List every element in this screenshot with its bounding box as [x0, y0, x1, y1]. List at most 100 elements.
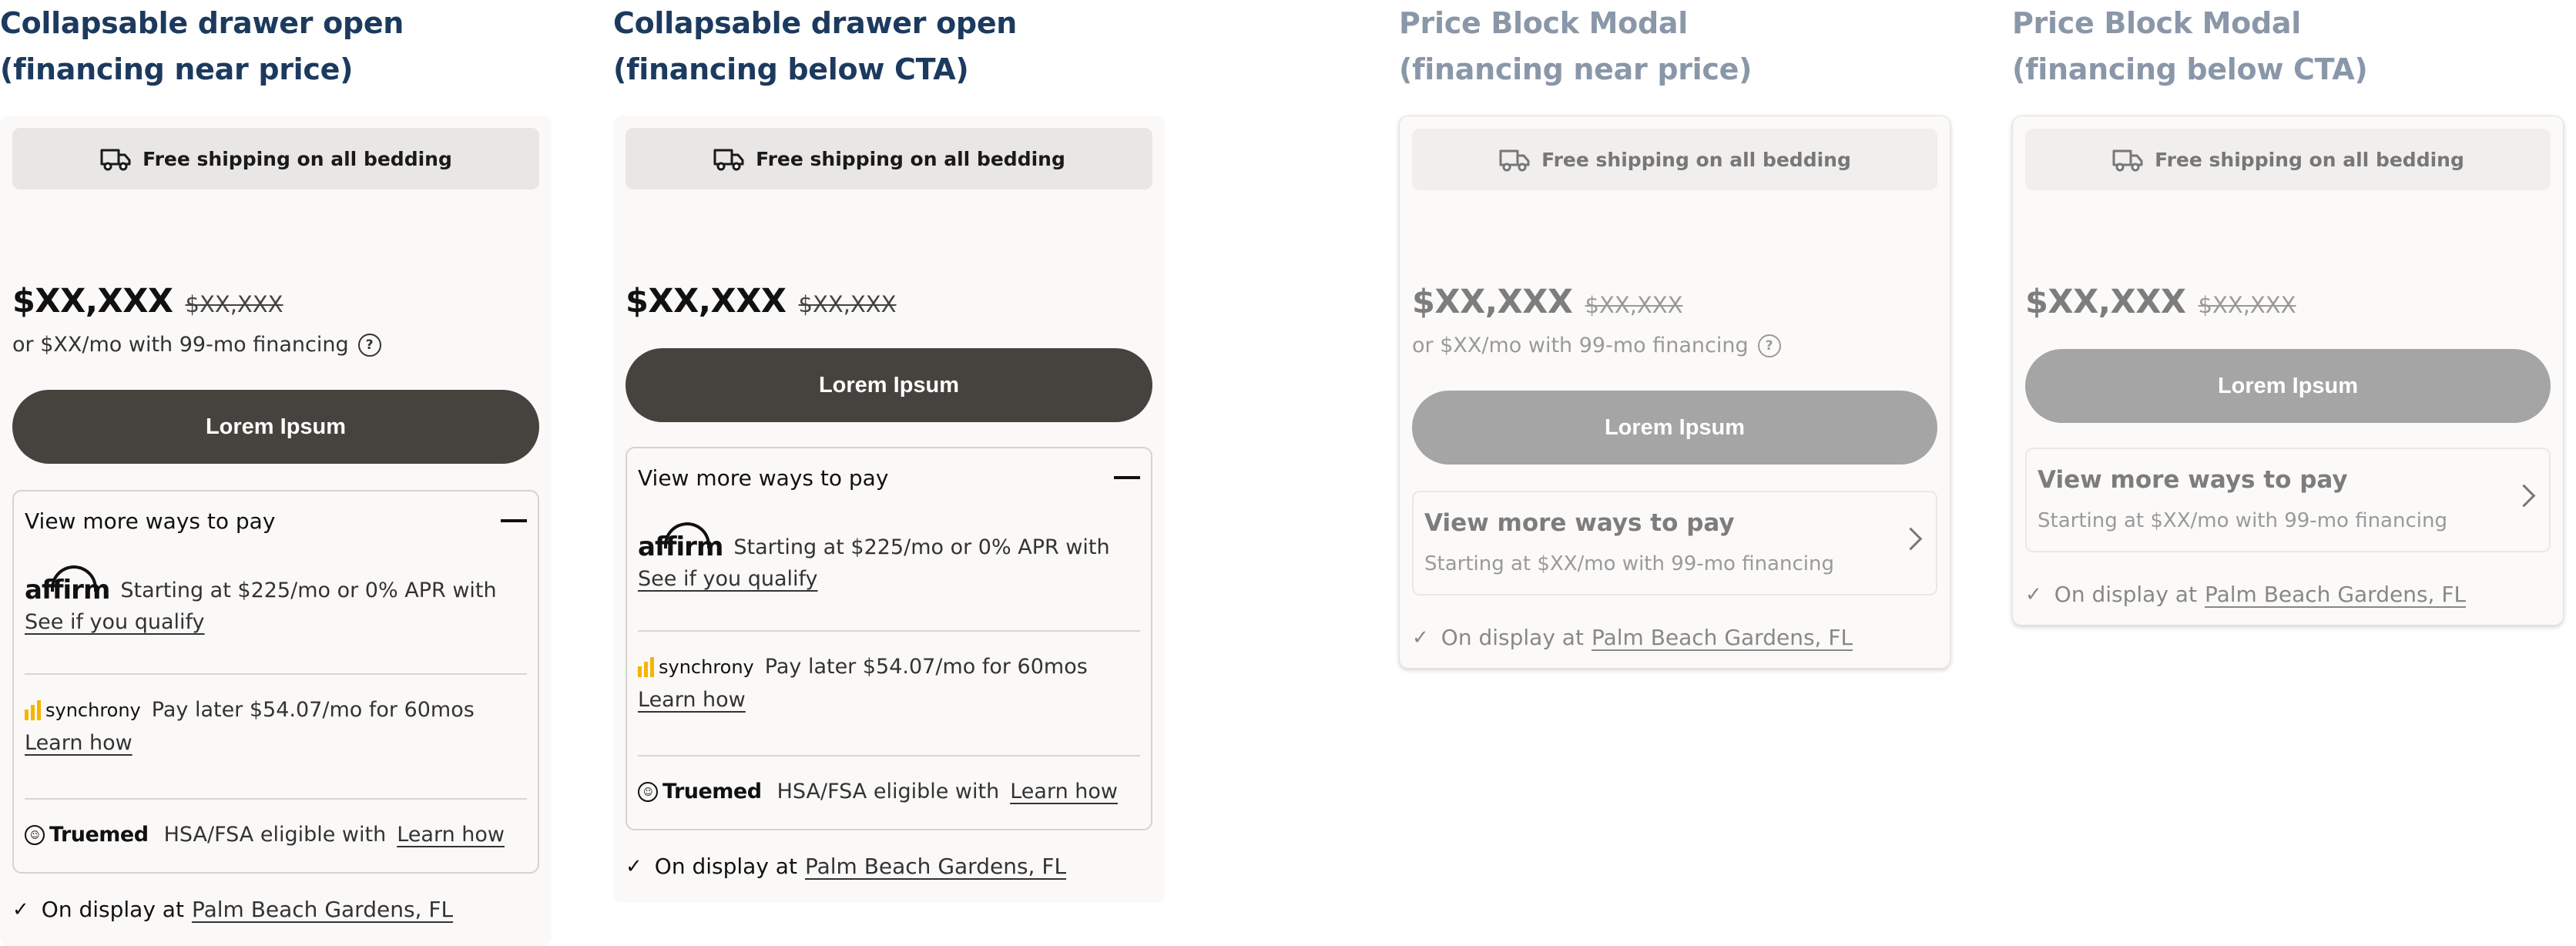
primary-cta-button[interactable]: Lorem Ipsum	[1412, 391, 1937, 465]
ways-to-pay-title: View more ways to pay	[2038, 466, 2348, 494]
financing-text: or $XX/mo with 99-mo financing	[12, 333, 349, 357]
variant-title: Price Block Modal (financing near price)	[1399, 6, 1753, 86]
chevron-right-icon	[1899, 527, 1923, 551]
variant-drawer-near-price: Collapsable drawer open (financing near …	[0, 0, 552, 946]
display-location: ✓ On display at Palm Beach Gardens, FL	[1412, 625, 1853, 650]
synchrony-option: synchrony Pay later $54.07/mo for 60mos …	[638, 655, 1140, 712]
drawer-title: View more ways to pay	[25, 508, 276, 534]
price-card: Free shipping on all bedding $XX,XXX $XX…	[1399, 116, 1950, 669]
affirm-text: Starting at $225/mo or 0% APR with	[733, 535, 1110, 559]
display-location: ✓ On display at Palm Beach Gardens, FL	[12, 897, 453, 922]
truemed-text: HSA/FSA eligible with	[776, 780, 1000, 803]
synchrony-text: Pay later $54.07/mo for 60mos	[151, 698, 475, 722]
price-original: $XX,XXX	[2198, 292, 2296, 318]
check-icon: ✓	[12, 897, 29, 921]
truemed-option: ☺ Truemed HSA/FSA eligible with Learn how	[638, 780, 1140, 803]
affirm-logo: affirm	[638, 522, 723, 562]
truemed-learn-link[interactable]: Learn how	[1010, 780, 1118, 803]
collapse-icon[interactable]	[501, 519, 527, 522]
divider	[638, 755, 1140, 756]
synchrony-logo: synchrony	[25, 699, 141, 721]
ways-to-pay-subtitle: Starting at $XX/mo with 99-mo financing	[1424, 552, 1834, 575]
variant-title: Price Block Modal (financing below CTA)	[2012, 6, 2368, 86]
shipping-banner: Free shipping on all bedding	[12, 128, 539, 190]
synchrony-learn-link[interactable]: Learn how	[638, 688, 746, 712]
price: $XX,XXX	[626, 282, 787, 320]
collapse-icon[interactable]	[1114, 476, 1140, 479]
ways-to-pay-entry[interactable]: View more ways to pay Starting at $XX/mo…	[1412, 491, 1937, 595]
price-card: Free shipping on all bedding $XX,XXX $XX…	[613, 116, 1165, 903]
truemed-logo: ☺ Truemed	[638, 780, 762, 803]
drawer-title: View more ways to pay	[638, 465, 889, 491]
variant-title: Collapsable drawer open (financing below…	[613, 6, 1018, 86]
variant-drawer-below-cta: Collapsable drawer open (financing below…	[613, 0, 1165, 903]
shipping-banner: Free shipping on all bedding	[2025, 129, 2551, 190]
synchrony-logo: synchrony	[638, 656, 754, 678]
financing-line: or $XX/mo with 99-mo financing ?	[1412, 334, 1781, 357]
primary-cta-button[interactable]: Lorem Ipsum	[12, 390, 539, 464]
variant-title: Collapsable drawer open (financing near …	[0, 6, 404, 86]
price-row: $XX,XXX $XX,XXX	[626, 282, 897, 320]
display-prefix: On display at	[2054, 582, 2197, 607]
truck-icon	[99, 146, 132, 172]
drawer-header[interactable]: View more ways to pay	[25, 491, 527, 550]
shipping-text: Free shipping on all bedding	[143, 147, 452, 170]
variant-modal-near-price: Price Block Modal (financing near price)…	[1399, 0, 1950, 669]
display-prefix: On display at	[654, 854, 797, 879]
synchrony-option: synchrony Pay later $54.07/mo for 60mos …	[25, 698, 527, 755]
divider	[25, 673, 527, 675]
shipping-banner: Free shipping on all bedding	[626, 128, 1152, 190]
store-link[interactable]: Palm Beach Gardens, FL	[1592, 625, 1853, 650]
store-link[interactable]: Palm Beach Gardens, FL	[2205, 582, 2466, 607]
affirm-logo: affirm	[25, 565, 110, 606]
variant-modal-below-cta: Price Block Modal (financing below CTA) …	[2012, 0, 2564, 626]
truemed-logo: ☺ Truemed	[25, 823, 149, 847]
store-link[interactable]: Palm Beach Gardens, FL	[805, 854, 1066, 879]
primary-cta-button[interactable]: Lorem Ipsum	[626, 348, 1152, 422]
price-original: $XX,XXX	[1585, 292, 1683, 318]
display-location: ✓ On display at Palm Beach Gardens, FL	[626, 854, 1066, 879]
check-icon: ✓	[2025, 582, 2042, 606]
check-icon: ✓	[626, 854, 642, 878]
store-link[interactable]: Palm Beach Gardens, FL	[192, 897, 453, 922]
chevron-right-icon	[2512, 484, 2536, 508]
price: $XX,XXX	[12, 282, 173, 320]
drawer-header[interactable]: View more ways to pay	[638, 448, 1140, 507]
ways-to-pay-subtitle: Starting at $XX/mo with 99-mo financing	[2038, 509, 2447, 532]
ways-to-pay-entry[interactable]: View more ways to pay Starting at $XX/mo…	[2025, 448, 2551, 552]
price: $XX,XXX	[2025, 283, 2186, 321]
truemed-learn-link[interactable]: Learn how	[397, 823, 505, 847]
price-row: $XX,XXX $XX,XXX	[2025, 283, 2296, 321]
payment-drawer: View more ways to pay affirm Starting at…	[12, 490, 539, 874]
truck-icon	[713, 146, 745, 172]
divider	[25, 798, 527, 800]
affirm-option: affirm Starting at $225/mo or 0% APR wit…	[638, 522, 1140, 591]
payment-drawer: View more ways to pay affirm Starting at…	[626, 447, 1152, 830]
divider	[638, 630, 1140, 632]
financing-line: or $XX/mo with 99-mo financing ?	[12, 333, 381, 357]
affirm-qualify-link[interactable]: See if you qualify	[638, 567, 818, 591]
price-card: Free shipping on all bedding $XX,XXX $XX…	[2012, 116, 2564, 626]
display-location: ✓ On display at Palm Beach Gardens, FL	[2025, 582, 2466, 607]
truck-icon	[1498, 146, 1531, 173]
display-prefix: On display at	[1441, 625, 1584, 650]
affirm-text: Starting at $225/mo or 0% APR with	[120, 578, 497, 602]
shipping-text: Free shipping on all bedding	[756, 147, 1065, 170]
display-prefix: On display at	[41, 897, 184, 922]
check-icon: ✓	[1412, 626, 1429, 649]
help-icon[interactable]: ?	[357, 333, 381, 357]
affirm-qualify-link[interactable]: See if you qualify	[25, 610, 205, 634]
price-original: $XX,XXX	[798, 291, 897, 317]
shipping-text: Free shipping on all bedding	[1541, 148, 1851, 171]
primary-cta-button[interactable]: Lorem Ipsum	[2025, 349, 2551, 423]
price-card: Free shipping on all bedding $XX,XXX $XX…	[0, 116, 552, 946]
price: $XX,XXX	[1412, 283, 1573, 321]
synchrony-text: Pay later $54.07/mo for 60mos	[764, 655, 1088, 679]
synchrony-learn-link[interactable]: Learn how	[25, 731, 132, 755]
help-icon[interactable]: ?	[1757, 334, 1781, 357]
ways-to-pay-title: View more ways to pay	[1424, 509, 1735, 537]
affirm-option: affirm Starting at $225/mo or 0% APR wit…	[25, 565, 527, 634]
truemed-option: ☺ Truemed HSA/FSA eligible with Learn how	[25, 823, 527, 847]
price-row: $XX,XXX $XX,XXX	[12, 282, 283, 320]
financing-text: or $XX/mo with 99-mo financing	[1412, 334, 1749, 357]
